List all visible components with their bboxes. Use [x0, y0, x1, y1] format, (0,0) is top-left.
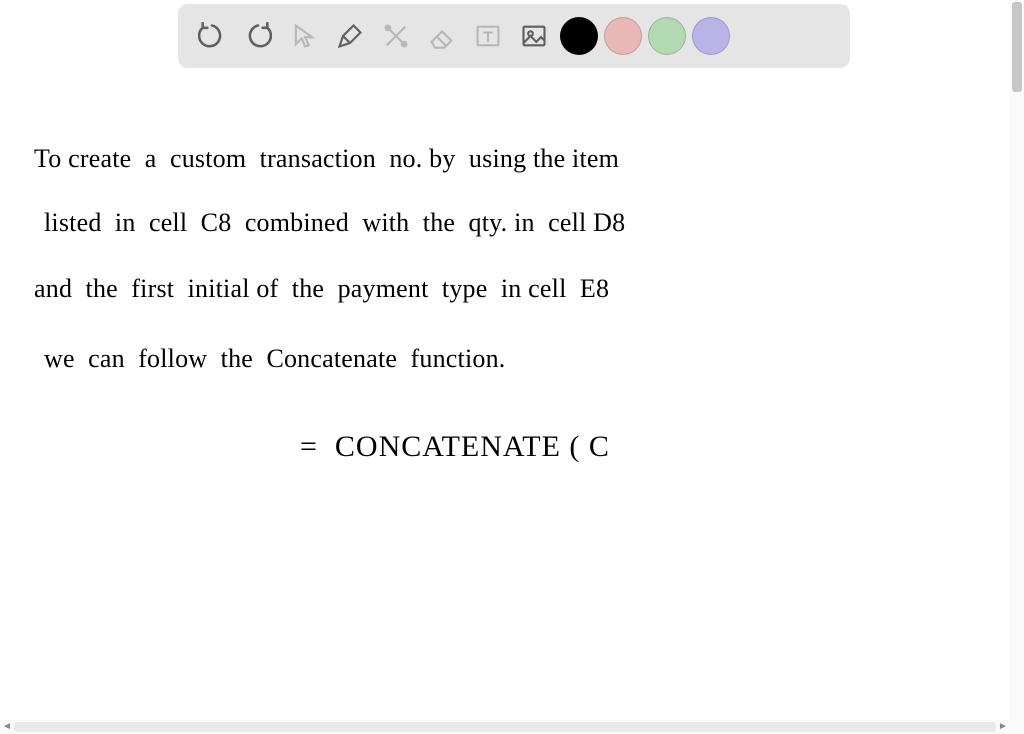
tools-button[interactable] — [376, 16, 416, 56]
handwriting-line: = CONCATENATE ( C — [300, 430, 610, 464]
scroll-left-icon[interactable]: ◄ — [0, 720, 14, 734]
color-swatch-pink[interactable] — [604, 17, 642, 55]
eraser-tool-button[interactable] — [422, 16, 462, 56]
crossed-tools-icon — [382, 22, 410, 50]
undo-button[interactable] — [192, 16, 232, 56]
handwriting-line: we can follow the Concatenate function. — [44, 344, 505, 374]
horizontal-scroll-thumb[interactable] — [14, 722, 996, 732]
color-swatch-purple[interactable] — [692, 17, 730, 55]
scroll-right-icon[interactable]: ► — [996, 720, 1010, 734]
text-tool-button[interactable] — [468, 16, 508, 56]
redo-button[interactable] — [238, 16, 278, 56]
drawing-toolbar — [178, 4, 850, 68]
redo-icon — [244, 22, 272, 50]
horizontal-scroll-track[interactable] — [14, 722, 996, 732]
vertical-scroll-thumb[interactable] — [1012, 2, 1022, 92]
vertical-scrollbar[interactable] — [1010, 0, 1024, 734]
pen-tool-button[interactable] — [330, 16, 370, 56]
handwriting-line: listed in cell C8 combined with the qty.… — [44, 208, 625, 238]
image-icon — [520, 22, 548, 50]
handwriting-line: and the first initial of the payment typ… — [34, 274, 609, 304]
text-box-icon — [474, 22, 502, 50]
horizontal-scrollbar[interactable]: ◄ ► — [0, 720, 1024, 734]
undo-icon — [198, 22, 226, 50]
pen-icon — [336, 22, 364, 50]
eraser-icon — [428, 22, 456, 50]
select-tool-button[interactable] — [284, 16, 324, 56]
color-swatch-green[interactable] — [648, 17, 686, 55]
handwriting-line: To create a custom transaction no. by us… — [34, 144, 619, 174]
image-tool-button[interactable] — [514, 16, 554, 56]
color-swatch-black[interactable] — [560, 17, 598, 55]
whiteboard-canvas[interactable]: To create a custom transaction no. by us… — [0, 80, 1010, 720]
app-viewport: To create a custom transaction no. by us… — [0, 0, 1024, 734]
cursor-icon — [290, 22, 318, 50]
